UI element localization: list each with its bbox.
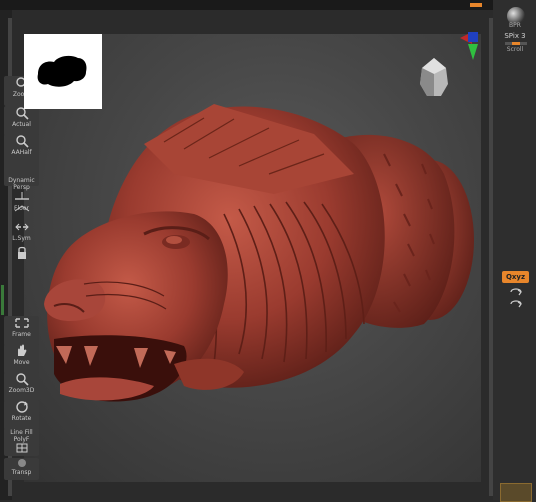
xyz-rotate-toggle[interactable]: Qxyz <box>502 271 529 283</box>
right-shelf <box>493 0 536 500</box>
rotate-y-icon[interactable] <box>508 286 524 298</box>
ghost-toggle-button[interactable] <box>500 483 532 502</box>
top-menubar <box>0 0 536 10</box>
scroll-label[interactable]: Scroll <box>498 46 532 53</box>
spix-slider-knob[interactable] <box>512 42 520 45</box>
navigator-thumbnail[interactable] <box>24 34 102 109</box>
model-silhouette-icon <box>37 55 87 87</box>
left-tray-handle[interactable] <box>1 285 4 315</box>
bpr-label: BPR <box>509 22 521 29</box>
rotate-z-icon[interactable] <box>508 298 524 310</box>
top-accent-indicator <box>470 3 482 7</box>
spix-label[interactable]: SPix 3 <box>496 32 534 40</box>
head-orientation-gizmo-icon[interactable] <box>417 56 451 100</box>
